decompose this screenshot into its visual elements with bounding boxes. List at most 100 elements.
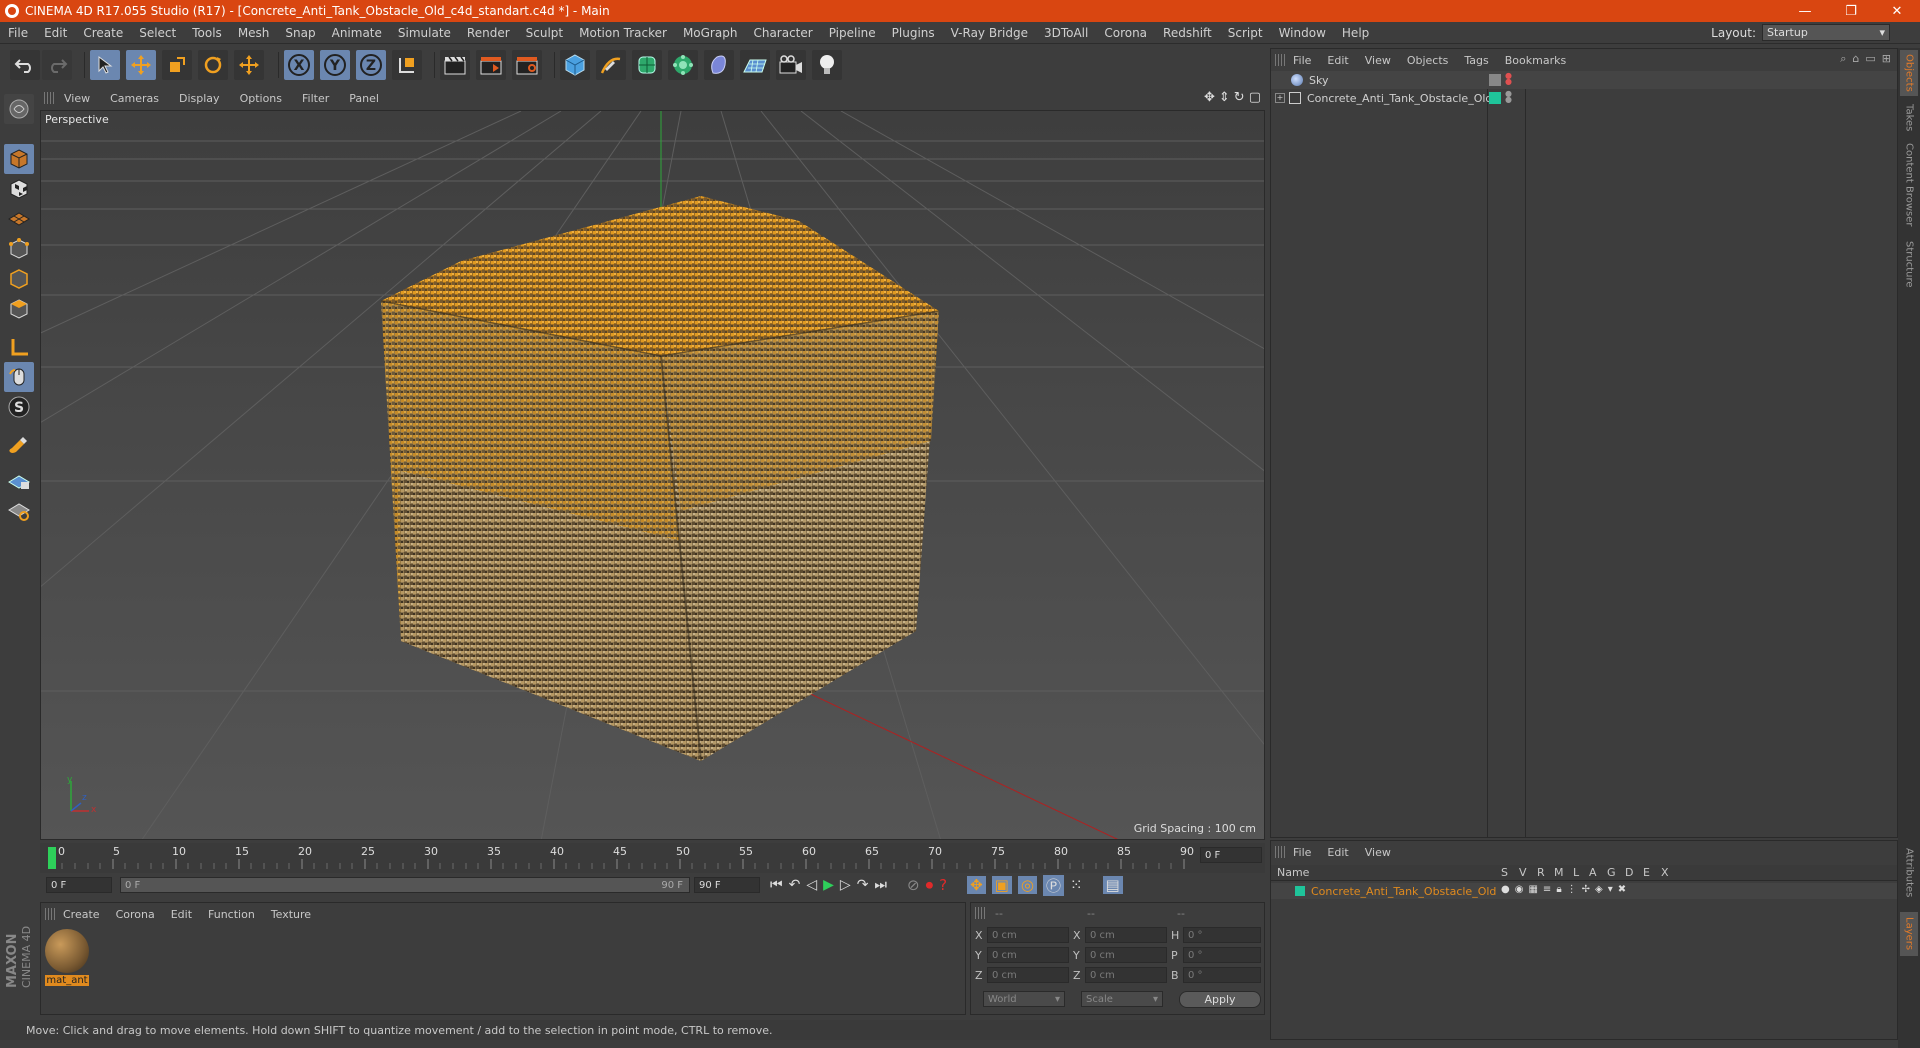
- menu-vray-bridge[interactable]: V-Ray Bridge: [943, 26, 1036, 40]
- view-eye-icon[interactable]: ◉: [1515, 884, 1524, 895]
- y-axis-lock-button[interactable]: Y: [320, 50, 350, 80]
- menu-animate[interactable]: Animate: [324, 26, 390, 40]
- play-icon[interactable]: ▶: [823, 877, 834, 893]
- viewport-menu-options[interactable]: Options: [230, 92, 292, 105]
- tab-layers[interactable]: Layers: [1900, 912, 1918, 956]
- rot-b-field[interactable]: 0 °: [1183, 967, 1261, 983]
- model-mode-button[interactable]: [4, 144, 34, 174]
- expand-plus-icon[interactable]: +: [1275, 93, 1285, 103]
- menu-file[interactable]: File: [0, 26, 36, 40]
- select-tool-button[interactable]: [90, 50, 120, 80]
- material-menu-create[interactable]: Create: [55, 908, 108, 921]
- menu-plugins[interactable]: Plugins: [884, 26, 943, 40]
- menu-tools[interactable]: Tools: [184, 26, 230, 40]
- frame-range-slider[interactable]: 0 F 90 F: [120, 877, 690, 893]
- restore-button[interactable]: ❐: [1828, 0, 1874, 22]
- enable-axis-button[interactable]: [4, 332, 34, 362]
- coordinate-system-button[interactable]: [392, 50, 422, 80]
- polygons-mode-button[interactable]: [4, 294, 34, 324]
- current-frame-field[interactable]: 0 F: [1200, 847, 1262, 863]
- material-menu-edit[interactable]: Edit: [163, 908, 200, 921]
- tab-takes[interactable]: Takes: [1900, 100, 1918, 136]
- points-mode-button[interactable]: [4, 234, 34, 264]
- rot-p-field[interactable]: 0 °: [1183, 947, 1261, 963]
- live-transform-button[interactable]: [234, 50, 264, 80]
- menu-sculpt[interactable]: Sculpt: [518, 26, 571, 40]
- viewport-menu-filter[interactable]: Filter: [292, 92, 339, 105]
- rot-h-field[interactable]: 0 °: [1183, 927, 1261, 943]
- size-x-field[interactable]: 0 cm: [1085, 927, 1167, 943]
- menu-simulate[interactable]: Simulate: [390, 26, 459, 40]
- start-frame-field[interactable]: 0 F: [46, 877, 112, 893]
- menu-3dtoall[interactable]: 3DToAll: [1036, 26, 1096, 40]
- render-icon[interactable]: ▦: [1528, 884, 1537, 895]
- home-icon[interactable]: ⌂: [1852, 52, 1859, 66]
- undo-button[interactable]: [10, 50, 40, 80]
- menu-mesh[interactable]: Mesh: [230, 26, 278, 40]
- visibility-dots-icon[interactable]: ● ●: [1505, 72, 1512, 86]
- menu-script[interactable]: Script: [1220, 26, 1271, 40]
- perspective-viewport[interactable]: Perspective y z x Grid Spacing : 100 cm: [40, 110, 1265, 840]
- record-scale-icon[interactable]: ▣: [991, 876, 1012, 894]
- tab-objects[interactable]: Objects: [1900, 50, 1918, 96]
- menu-snap[interactable]: Snap: [277, 26, 323, 40]
- size-z-field[interactable]: 0 cm: [1085, 967, 1167, 983]
- solo-dot-icon[interactable]: ●: [1501, 884, 1510, 895]
- light-button[interactable]: [812, 50, 842, 80]
- render-picture-viewer-button[interactable]: [476, 50, 506, 80]
- menu-corona[interactable]: Corona: [1096, 26, 1155, 40]
- manager-icon[interactable]: ≡: [1543, 884, 1551, 895]
- record-parameter-icon[interactable]: Ⓟ: [1042, 874, 1064, 896]
- edges-mode-button[interactable]: [4, 264, 34, 294]
- tab-structure[interactable]: Structure: [1900, 234, 1918, 294]
- orbit-view-icon[interactable]: ↻: [1234, 90, 1245, 105]
- apply-button[interactable]: Apply: [1179, 991, 1261, 1008]
- menu-mograph[interactable]: MoGraph: [675, 26, 746, 40]
- x-axis-lock-button[interactable]: X: [284, 50, 314, 80]
- pan-view-icon[interactable]: ✥: [1204, 90, 1215, 105]
- generator-icon[interactable]: ✢: [1582, 884, 1590, 895]
- timeline-ruler[interactable]: 0 5 10 15 20 25 30 35 40 45 50 55 60 65 …: [40, 843, 1265, 873]
- object-menu-bookmarks[interactable]: Bookmarks: [1497, 54, 1574, 67]
- maximize-view-icon[interactable]: ▢: [1249, 90, 1261, 105]
- floor-button[interactable]: [740, 50, 770, 80]
- step-back-icon[interactable]: ◁: [806, 877, 817, 893]
- menu-create[interactable]: Create: [75, 26, 131, 40]
- layer-menu-edit[interactable]: Edit: [1319, 846, 1356, 859]
- rotate-tool-button[interactable]: [198, 50, 228, 80]
- layer-color-swatch[interactable]: [1489, 92, 1501, 104]
- lock-icon[interactable]: 🔒︎: [1556, 884, 1561, 895]
- menu-select[interactable]: Select: [131, 26, 184, 40]
- cloner-button[interactable]: [668, 50, 698, 80]
- record-keys-icon[interactable]: ⊘: [907, 876, 920, 894]
- tweak-mode-button[interactable]: [4, 362, 34, 392]
- minimize-button[interactable]: —: [1782, 0, 1828, 22]
- record-position-icon[interactable]: ✥: [967, 876, 986, 894]
- render-settings-button[interactable]: [512, 50, 542, 80]
- record-rotation-icon[interactable]: ◎: [1017, 876, 1037, 894]
- go-to-start-icon[interactable]: ⏮: [770, 877, 783, 893]
- material-menu-texture[interactable]: Texture: [263, 908, 319, 921]
- pos-z-field[interactable]: 0 cm: [987, 967, 1069, 983]
- material-menu-corona[interactable]: Corona: [108, 908, 163, 921]
- record-point-level-icon[interactable]: ⁙: [1070, 876, 1083, 894]
- subdivision-surface-button[interactable]: [632, 50, 662, 80]
- object-row-sky[interactable]: Sky ● ●: [1275, 71, 1885, 89]
- viewport-menu-panel[interactable]: Panel: [339, 92, 389, 105]
- search-icon[interactable]: ⌕: [1840, 52, 1846, 66]
- make-editable-button[interactable]: [4, 94, 34, 124]
- viewport-menu-display[interactable]: Display: [169, 92, 230, 105]
- expand-icon[interactable]: ⊞: [1882, 52, 1891, 66]
- layer-row[interactable]: Concrete_Anti_Tank_Obstacle_Old ● ◉ ▦ ≡ …: [1271, 883, 1897, 899]
- layer-menu-file[interactable]: File: [1285, 846, 1319, 859]
- go-to-end-icon[interactable]: ⏭: [874, 877, 887, 893]
- layer-color-swatch[interactable]: [1295, 886, 1305, 896]
- texture-mode-button[interactable]: [4, 174, 34, 204]
- step-forward-icon[interactable]: ▷: [840, 877, 851, 893]
- keyframe-selection-icon[interactable]: ?: [939, 876, 947, 894]
- object-menu-view[interactable]: View: [1357, 54, 1399, 67]
- animation-icon[interactable]: ⋮: [1567, 884, 1577, 895]
- object-menu-file[interactable]: File: [1285, 54, 1319, 67]
- workplane-mode-button[interactable]: [4, 204, 34, 234]
- end-frame-field[interactable]: 90 F: [694, 877, 760, 893]
